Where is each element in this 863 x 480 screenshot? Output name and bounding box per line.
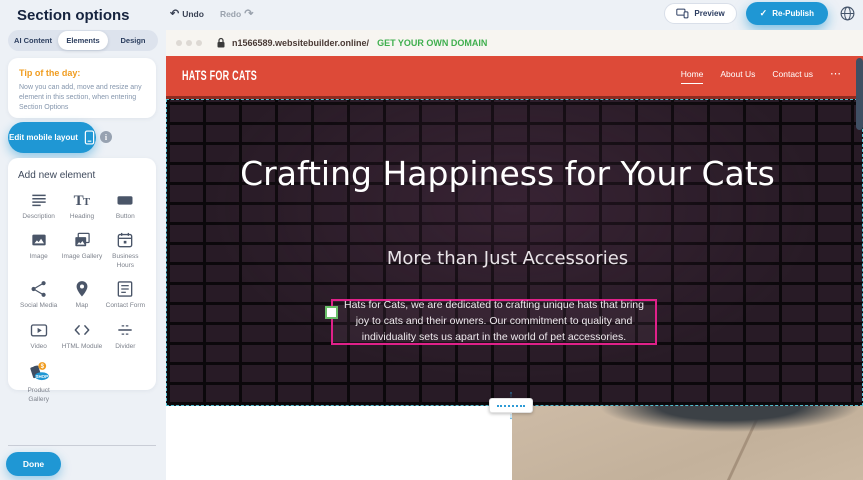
- devices-icon: [676, 8, 689, 19]
- element-map[interactable]: Map: [61, 279, 102, 310]
- hero-body-text: Hats for Cats, we are dedicated to craft…: [343, 298, 645, 345]
- browser-bar: n1566589.websitebuilder.online/ GET YOUR…: [166, 30, 863, 56]
- edit-mobile-layout-button[interactable]: Edit mobile layout: [8, 122, 96, 153]
- element-button[interactable]: Button: [105, 190, 146, 221]
- republish-button[interactable]: ✓ Re-Publish: [746, 2, 828, 25]
- hero-title[interactable]: Crafting Happiness for Your Cats: [167, 152, 848, 196]
- image-gallery-icon: [72, 230, 92, 250]
- add-element-title: Add new element: [18, 170, 146, 181]
- preview-scrollbar[interactable]: [856, 56, 863, 480]
- button-icon: [115, 190, 135, 210]
- lock-icon: [216, 37, 226, 49]
- nav-home[interactable]: Home: [681, 69, 704, 84]
- tab-elements[interactable]: Elements: [58, 31, 108, 50]
- sidebar-divider: [8, 445, 156, 446]
- element-social-media[interactable]: Social Media: [18, 279, 59, 310]
- edit-mobile-label: Edit mobile layout: [9, 133, 78, 142]
- image-icon: [29, 230, 49, 250]
- element-description[interactable]: Description: [18, 190, 59, 221]
- globe-icon: [839, 5, 856, 22]
- check-icon: ✓: [760, 8, 768, 19]
- contact-form-icon: [115, 279, 135, 299]
- nav-more-icon[interactable]: ⋯: [830, 74, 841, 78]
- tip-title: Tip of the day:: [19, 68, 145, 78]
- undo-redo-group: ↶Undo Redo↷: [170, 7, 253, 20]
- info-icon[interactable]: i: [100, 131, 112, 143]
- svg-text:T: T: [83, 196, 91, 208]
- element-html-module[interactable]: HTML Module: [61, 320, 102, 351]
- element-heading[interactable]: TT Heading: [61, 190, 102, 221]
- redo-button[interactable]: Redo↷: [220, 7, 253, 20]
- tip-of-the-day-card: Tip of the day: Now you can add, move an…: [8, 58, 156, 118]
- svg-text:SHOP: SHOP: [35, 374, 48, 379]
- html-module-icon: [72, 320, 92, 340]
- site-logo[interactable]: HATS FOR CATS: [182, 69, 257, 84]
- cat-photo-image: [512, 406, 863, 480]
- add-element-panel: Add new element Description TT Heading B…: [8, 158, 156, 390]
- hero-section[interactable]: Crafting Happiness for Your Cats More th…: [166, 99, 863, 406]
- undo-label: Undo: [182, 9, 204, 19]
- sidebar-tabs: AI Content Elements Design: [8, 30, 158, 51]
- tab-design[interactable]: Design: [108, 31, 158, 50]
- preview-button[interactable]: Preview: [664, 3, 736, 24]
- nav-contact-us[interactable]: Contact us: [772, 69, 813, 83]
- get-own-domain-link[interactable]: GET YOUR OWN DOMAIN: [377, 38, 487, 48]
- scrollbar-thumb[interactable]: [856, 58, 863, 130]
- description-icon: [29, 190, 49, 210]
- element-contact-form[interactable]: Contact Form: [105, 279, 146, 310]
- hero-subtitle[interactable]: More than Just Accessories: [167, 248, 848, 269]
- nav-about-us[interactable]: About Us: [720, 69, 755, 83]
- republish-label: Re-Publish: [772, 9, 814, 18]
- element-grid: Description TT Heading Button Image Imag…: [18, 190, 146, 404]
- site-url: n1566589.websitebuilder.online/: [232, 38, 369, 48]
- window-dots-icon: [176, 40, 202, 46]
- element-video[interactable]: Video: [18, 320, 59, 351]
- map-pin-icon: [72, 279, 92, 299]
- preview-label: Preview: [694, 9, 724, 18]
- tab-ai-content[interactable]: AI Content: [8, 31, 58, 50]
- done-button[interactable]: Done: [6, 452, 61, 476]
- site-header: HATS FOR CATS Home About Us Contact us ⋯: [166, 56, 863, 99]
- element-image-gallery[interactable]: Image Gallery: [61, 230, 102, 270]
- redo-icon: ↷: [244, 7, 253, 20]
- language-globe-button[interactable]: [837, 4, 857, 24]
- redo-label: Redo: [220, 9, 241, 19]
- element-business-hours[interactable]: Business Hours: [105, 230, 146, 270]
- site-nav: Home About Us Contact us ⋯: [681, 69, 841, 84]
- section-resize-control: ↑ ↓: [489, 391, 533, 421]
- undo-button[interactable]: ↶Undo: [170, 7, 204, 20]
- product-gallery-icon: $SHOP: [26, 360, 52, 384]
- undo-icon: ↶: [170, 7, 179, 20]
- element-divider[interactable]: Divider: [105, 320, 146, 351]
- element-drag-handle[interactable]: [325, 306, 338, 319]
- heading-icon: TT: [72, 190, 92, 210]
- tip-body: Now you can add, move and resize any ele…: [19, 83, 145, 113]
- business-hours-icon: [115, 230, 135, 250]
- topbar-actions: Preview ✓ Re-Publish: [664, 2, 857, 25]
- page-title: Section options: [17, 7, 130, 24]
- dotted-grip-icon: [497, 405, 525, 407]
- video-icon: [29, 320, 49, 340]
- app-window: Section options ↶Undo Redo↷ Preview ✓ Re…: [0, 0, 863, 480]
- arrow-down-icon: ↓: [509, 413, 514, 420]
- social-media-icon: [29, 279, 49, 299]
- divider-icon: [115, 320, 135, 340]
- element-image[interactable]: Image: [18, 230, 59, 270]
- hero-textbox-selected[interactable]: Hats for Cats, we are dedicated to craft…: [331, 299, 657, 345]
- element-product-gallery[interactable]: $SHOP Product Gallery: [18, 360, 59, 404]
- arrow-up-icon: ↑: [509, 391, 514, 398]
- phone-icon: [84, 130, 95, 145]
